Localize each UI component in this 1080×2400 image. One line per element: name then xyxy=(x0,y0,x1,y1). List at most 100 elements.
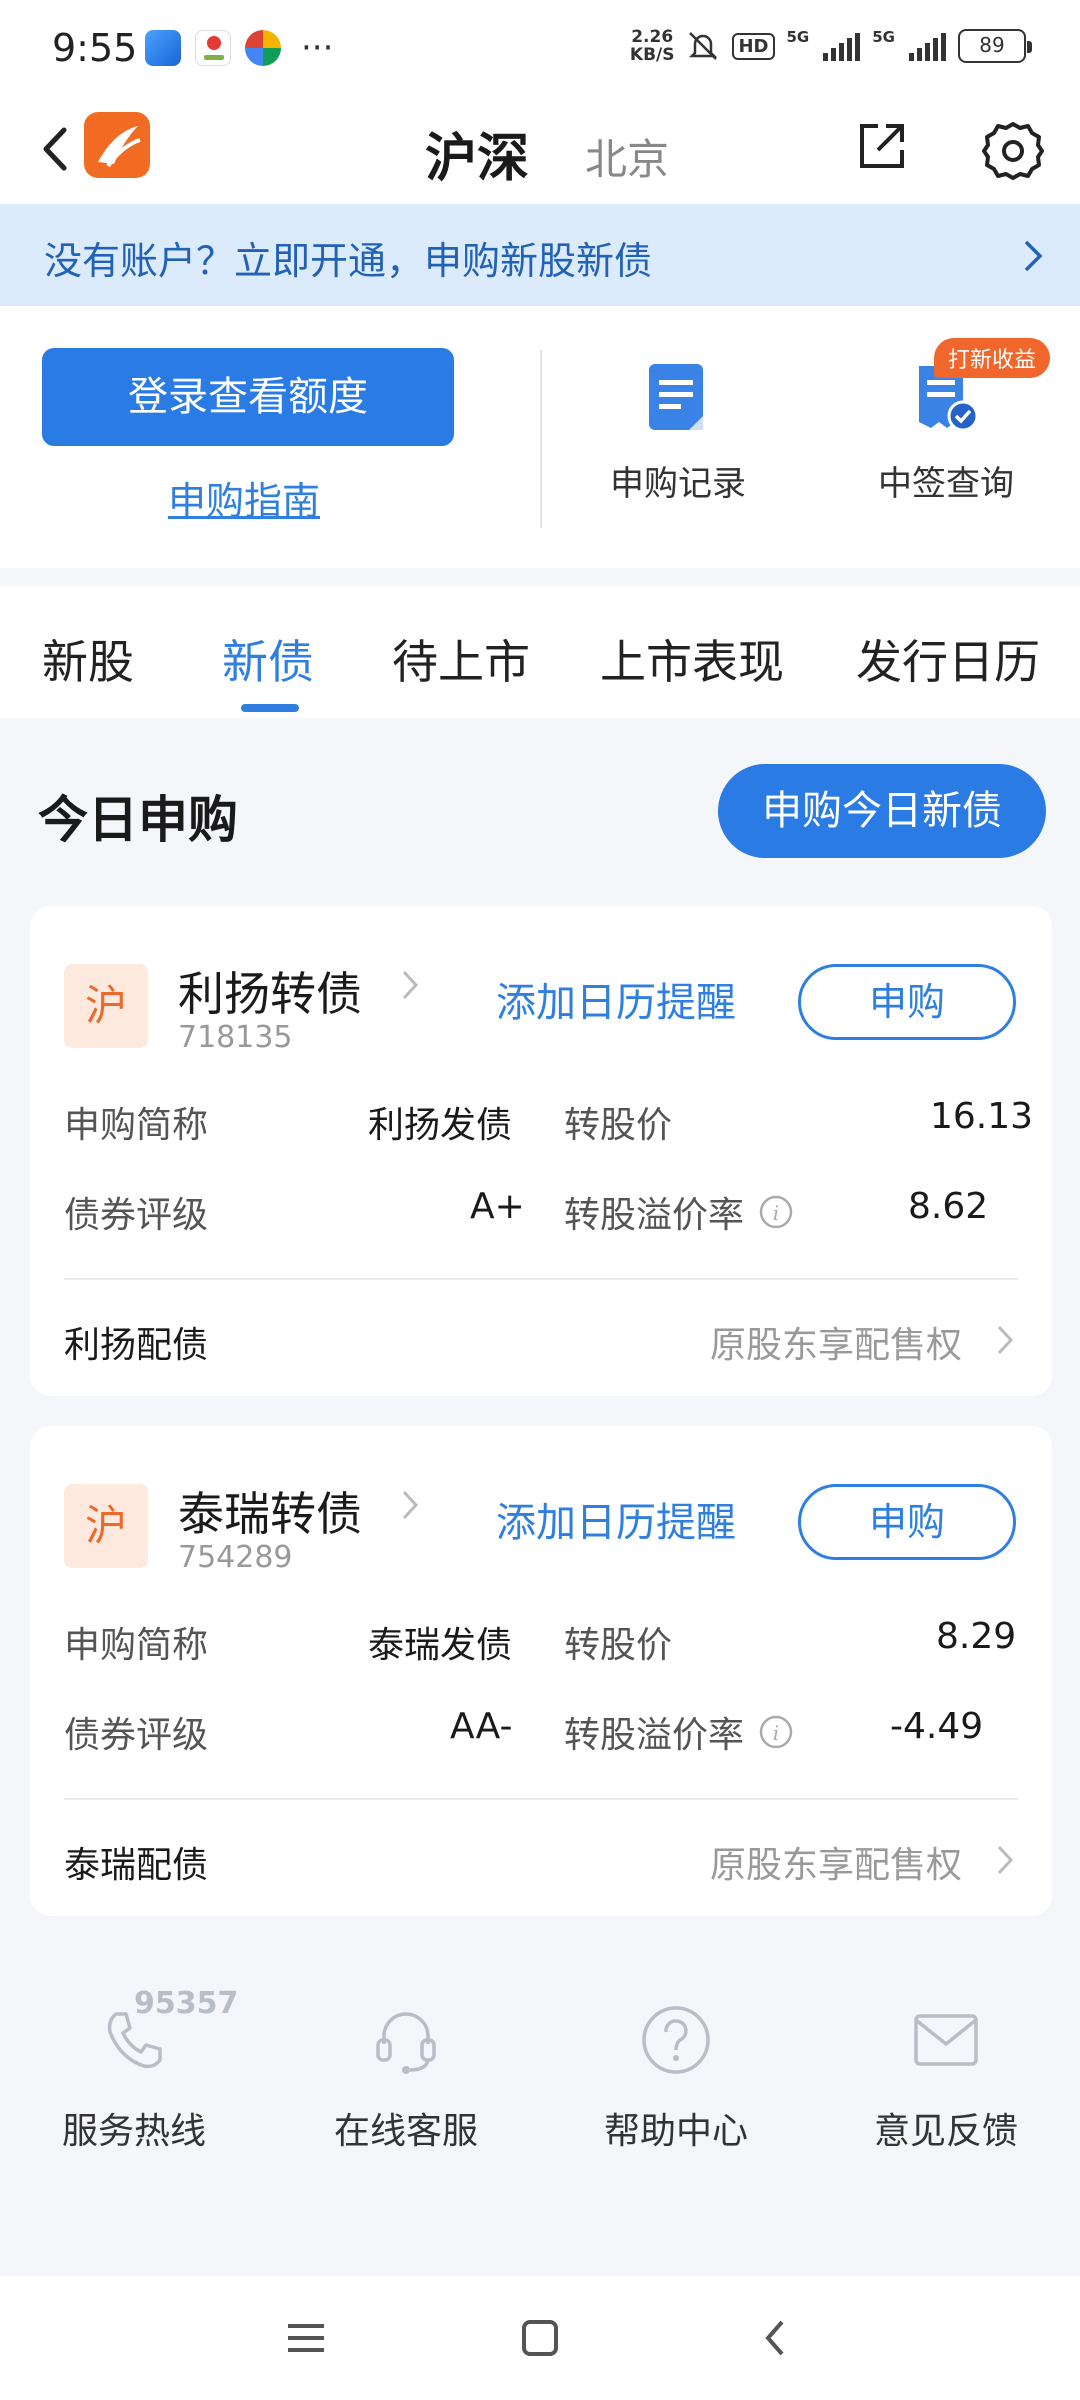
menu-nav-icon[interactable] xyxy=(286,2318,326,2358)
lottery-query-button[interactable]: 中签查询 xyxy=(856,358,1036,505)
app-header: 沪深 北京 xyxy=(0,92,1080,204)
network-type-2: 5G xyxy=(872,28,895,46)
back-nav-icon[interactable] xyxy=(756,2318,796,2358)
share-icon[interactable] xyxy=(854,118,910,174)
login-panel: 登录查看额度 申购指南 申购记录 中签查询 打新收益 xyxy=(0,306,1080,568)
notification-icons: ··· xyxy=(145,30,333,66)
add-calendar-reminder-link[interactable]: 添加日历提醒 xyxy=(496,1490,736,1548)
tab-new-bonds[interactable]: 新债 xyxy=(222,626,314,692)
headset-icon xyxy=(366,2000,446,2080)
more-notifications-icon: ··· xyxy=(301,28,334,68)
phone-icon xyxy=(94,2000,174,2080)
tab-issue-calendar[interactable]: 发行日历 xyxy=(856,626,1040,692)
short-name-value: 利扬发债 xyxy=(368,1105,513,1146)
login-check-quota-button[interactable]: 登录查看额度 xyxy=(42,348,454,446)
help-center-button[interactable]: 帮助中心 xyxy=(576,2000,776,2154)
bond-card: 沪 泰瑞转债 754289 添加日历提醒 申购 申购简称 泰瑞发债 转股价 8.… xyxy=(30,1426,1052,1916)
subscription-record-label: 申购记录 xyxy=(610,464,746,504)
signal-icon-2 xyxy=(909,31,946,61)
rating-label: 债券评级 xyxy=(64,1195,209,1236)
active-tab-indicator xyxy=(241,704,299,712)
chevron-right-icon[interactable] xyxy=(400,968,420,1002)
tab-new-stocks[interactable]: 新股 xyxy=(42,626,134,692)
service-hotline-label: 服务热线 xyxy=(61,2111,206,2152)
subscribe-today-bonds-button[interactable]: 申购今日新债 xyxy=(718,764,1046,858)
gallery-app-icon xyxy=(145,30,181,66)
question-icon xyxy=(636,2000,716,2080)
status-bar: 9:55 ··· 2.26 KB/S HD 5G 5G 89 xyxy=(0,0,1080,92)
conversion-premium-label: 转股溢价率 xyxy=(564,1715,745,1756)
info-icon[interactable]: i xyxy=(758,1714,794,1750)
battery-icon: 89 xyxy=(958,29,1032,63)
chevron-right-icon[interactable] xyxy=(996,1844,1014,1876)
svg-text:i: i xyxy=(773,1201,779,1225)
bond-card: 沪 利扬转债 718135 添加日历提醒 申购 申购简称 利扬发债 转股价 16… xyxy=(30,906,1052,1396)
settings-gear-icon[interactable] xyxy=(980,118,1046,184)
subscription-guide-link[interactable]: 申购指南 xyxy=(168,470,320,525)
chevron-right-icon xyxy=(1024,240,1043,272)
feedback-label: 意见反馈 xyxy=(873,2111,1018,2152)
signal-icon-1 xyxy=(823,31,861,61)
mute-icon xyxy=(689,32,718,60)
rating-value: A+ xyxy=(470,1186,525,1227)
bond-code: 718135 xyxy=(178,1020,293,1055)
svg-text:i: i xyxy=(773,1721,779,1745)
status-time: 9:55 xyxy=(52,26,138,70)
conversion-price-value: 8.29 xyxy=(936,1616,1017,1657)
short-name-value: 泰瑞发债 xyxy=(368,1625,513,1666)
service-hotline-button[interactable]: 服务热线 xyxy=(34,2000,234,2154)
network-speed: 2.26 KB/S xyxy=(629,27,675,65)
conversion-premium-value: -4.49 xyxy=(890,1706,984,1747)
home-nav-icon[interactable] xyxy=(520,2318,560,2358)
maps-app-icon xyxy=(195,30,231,66)
app-logo-icon xyxy=(84,112,150,178)
earnings-badge: 打新收益 xyxy=(934,338,1051,378)
market-badge: 沪 xyxy=(64,964,148,1048)
conversion-price-label: 转股价 xyxy=(564,1105,673,1146)
banner-text: 没有账户？立即开通，申购新股新债 xyxy=(44,239,653,283)
subscribe-button[interactable]: 申购 xyxy=(798,964,1016,1040)
placing-rights-link[interactable]: 原股东享配售权 xyxy=(710,1316,962,1368)
bond-code: 754289 xyxy=(178,1540,293,1575)
rating-label: 债券评级 xyxy=(64,1715,209,1756)
system-indicators: 2.26 KB/S HD 5G 5G 89 xyxy=(629,27,1032,65)
online-support-label: 在线客服 xyxy=(333,2111,478,2152)
chevron-right-icon[interactable] xyxy=(400,1488,420,1522)
document-icon xyxy=(643,358,713,438)
tab-listing-performance[interactable]: 上市表现 xyxy=(600,626,784,692)
conversion-premium-value: 8.62 xyxy=(908,1186,989,1227)
browser-app-icon xyxy=(245,30,281,66)
add-calendar-reminder-link[interactable]: 添加日历提醒 xyxy=(496,970,736,1028)
bond-name[interactable]: 利扬转债 xyxy=(178,958,362,1024)
divider xyxy=(540,350,542,528)
divider xyxy=(64,1798,1018,1800)
system-nav-bar xyxy=(0,2276,1080,2400)
network-type-1: 5G xyxy=(786,28,810,46)
bond-name[interactable]: 泰瑞转债 xyxy=(178,1478,362,1544)
location-label[interactable]: 北京 xyxy=(585,126,669,187)
placing-rights-link[interactable]: 原股东享配售权 xyxy=(710,1836,962,1888)
divider xyxy=(64,1278,1018,1280)
short-name-label: 申购简称 xyxy=(64,1105,209,1146)
conversion-price-value: 16.13 xyxy=(930,1096,1034,1137)
subscribe-button[interactable]: 申购 xyxy=(798,1484,1016,1560)
back-arrow-icon[interactable] xyxy=(36,124,76,174)
open-account-banner[interactable]: 没有账户？立即开通，申购新股新债 xyxy=(0,204,1080,306)
rating-value: AA- xyxy=(450,1706,513,1747)
conversion-price-label: 转股价 xyxy=(564,1625,673,1666)
placing-label: 泰瑞配债 xyxy=(64,1845,209,1886)
subscription-record-button[interactable]: 申购记录 xyxy=(588,358,768,505)
conversion-premium-label: 转股溢价率 xyxy=(564,1195,745,1236)
hd-voice-badge: HD xyxy=(732,32,775,60)
help-center-label: 帮助中心 xyxy=(603,2111,748,2152)
chevron-right-icon[interactable] xyxy=(996,1324,1014,1356)
info-icon[interactable]: i xyxy=(758,1194,794,1230)
feedback-button[interactable]: 意见反馈 xyxy=(846,2000,1046,2154)
page-title: 沪深 xyxy=(425,129,530,189)
mail-icon xyxy=(906,2000,986,2080)
tab-pending-listing[interactable]: 待上市 xyxy=(392,626,530,692)
section-title: 今日申购 xyxy=(38,791,238,849)
online-support-button[interactable]: 在线客服 xyxy=(306,2000,506,2154)
tab-bar: 新股 新债 待上市 上市表现 发行日历 xyxy=(0,586,1080,718)
placing-label: 利扬配债 xyxy=(64,1325,209,1366)
